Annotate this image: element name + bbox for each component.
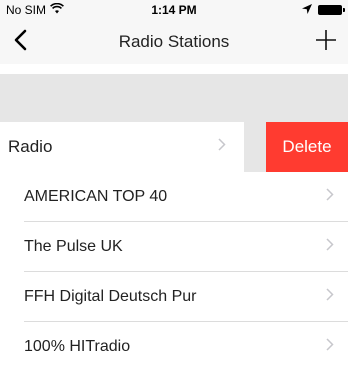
section-header xyxy=(0,74,348,122)
swiped-row-content[interactable]: Radio xyxy=(0,122,244,172)
plus-icon xyxy=(315,29,337,56)
station-list: AMERICAN TOP 40 The Pulse UK FFH Digital… xyxy=(0,172,348,369)
delete-button[interactable]: Delete xyxy=(266,122,348,172)
swiped-station-row: Radio Delete xyxy=(0,122,348,172)
station-name: FFH Digital Deutsch Pur xyxy=(24,288,197,305)
app-screen: No SIM 1:14 PM Radio Stations Radio Dele… xyxy=(0,0,348,369)
list-item[interactable]: The Pulse UK xyxy=(0,222,348,272)
location-arrow-icon xyxy=(302,3,312,17)
status-right xyxy=(302,3,345,17)
list-item[interactable]: AMERICAN TOP 40 xyxy=(0,172,348,222)
battery-icon xyxy=(318,5,345,15)
station-name: The Pulse UK xyxy=(24,238,123,255)
status-time: 1:14 PM xyxy=(151,3,197,17)
chevron-right-icon xyxy=(326,288,334,306)
list-item[interactable]: 100% HITradio xyxy=(0,322,348,369)
chevron-right-icon xyxy=(218,138,226,156)
navigation-bar: Radio Stations xyxy=(0,20,348,64)
chevron-right-icon xyxy=(326,188,334,206)
station-name: 100% HITradio xyxy=(24,338,131,355)
page-title: Radio Stations xyxy=(118,32,230,51)
swiped-row-label: Radio xyxy=(8,137,53,156)
list-item[interactable]: FFH Digital Deutsch Pur xyxy=(0,272,348,322)
status-bar: No SIM 1:14 PM xyxy=(0,0,348,20)
add-station-button[interactable] xyxy=(312,28,340,56)
chevron-right-icon xyxy=(326,238,334,256)
chevron-right-icon xyxy=(326,338,334,356)
station-name: AMERICAN TOP 40 xyxy=(24,188,168,205)
